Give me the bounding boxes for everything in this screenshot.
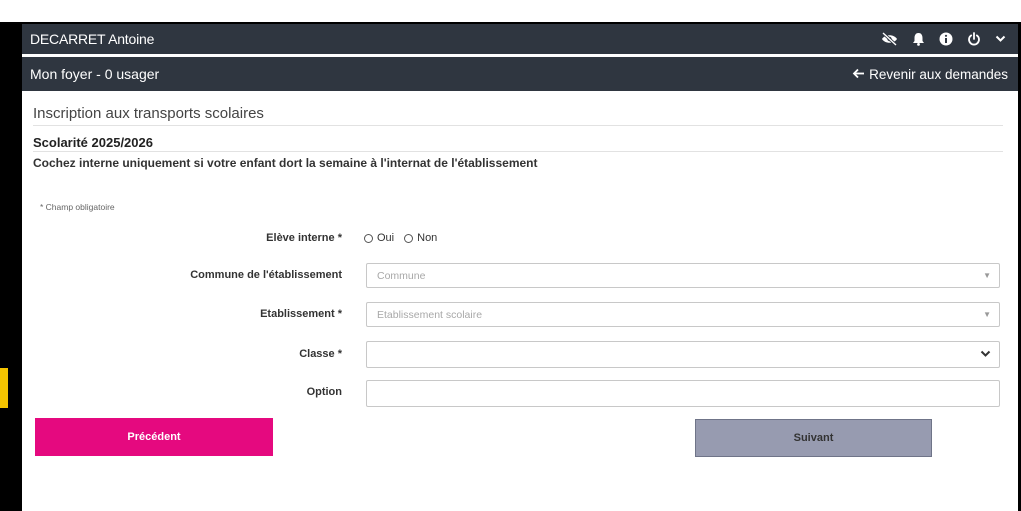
interne-label: Elève interne * — [266, 232, 342, 244]
next-button[interactable]: Suivant — [695, 419, 932, 457]
mandatory-note: * Champ obligatoire — [40, 202, 115, 212]
info-icon[interactable] — [939, 32, 953, 46]
etablissement-label: Etablissement * — [260, 308, 342, 320]
arrow-left-icon — [852, 67, 865, 82]
etablissement-placeholder: Etablissement scolaire — [377, 308, 483, 321]
divider — [33, 125, 1003, 126]
user-name: DECARRET Antoine — [30, 31, 155, 47]
header-icons — [881, 32, 1006, 46]
option-input[interactable] — [366, 380, 1000, 407]
user-header-bar: DECARRET Antoine — [22, 24, 1018, 54]
classe-label: Classe * — [299, 348, 342, 360]
browser-frame-top — [0, 0, 1021, 22]
caret-down-icon: ▼ — [983, 310, 991, 319]
back-link-label: Revenir aux demandes — [869, 66, 1008, 82]
power-icon[interactable] — [967, 32, 981, 46]
interne-radio-group: Oui Non — [364, 232, 443, 244]
commune-label: Commune de l'établissement — [190, 269, 342, 281]
household-title: Mon foyer - 0 usager — [30, 66, 160, 82]
back-to-requests-link[interactable]: Revenir aux demandes — [852, 67, 1008, 82]
boarding-notice: Cochez interne uniquement si votre enfan… — [33, 156, 538, 170]
etablissement-select[interactable]: Etablissement scolaire ▼ — [366, 302, 1000, 327]
eye-slash-icon[interactable] — [881, 32, 898, 46]
commune-select[interactable]: Commune ▼ — [366, 263, 1000, 288]
page-title: Inscription aux transports scolaires — [33, 105, 264, 122]
radio-non-label[interactable]: Non — [417, 232, 437, 244]
side-tab — [0, 368, 8, 408]
classe-select[interactable] — [366, 341, 1000, 368]
option-label: Option — [306, 386, 342, 398]
previous-button[interactable]: Précédent — [35, 418, 273, 456]
radio-non[interactable] — [404, 233, 414, 243]
chevron-down-icon[interactable] — [995, 35, 1006, 43]
household-bar: Mon foyer - 0 usager Revenir aux demande… — [22, 57, 1018, 91]
radio-oui[interactable] — [364, 233, 373, 243]
bell-icon[interactable] — [912, 32, 925, 46]
radio-oui-label[interactable]: Oui — [377, 232, 394, 244]
caret-down-icon: ▼ — [983, 271, 991, 280]
divider — [33, 151, 1003, 152]
school-year-heading: Scolarité 2025/2026 — [33, 135, 153, 150]
chevron-down-icon — [980, 349, 991, 361]
app-window: DECARRET Antoine Mon foyer - 0 usager Re… — [22, 24, 1018, 511]
commune-placeholder: Commune — [377, 269, 426, 282]
